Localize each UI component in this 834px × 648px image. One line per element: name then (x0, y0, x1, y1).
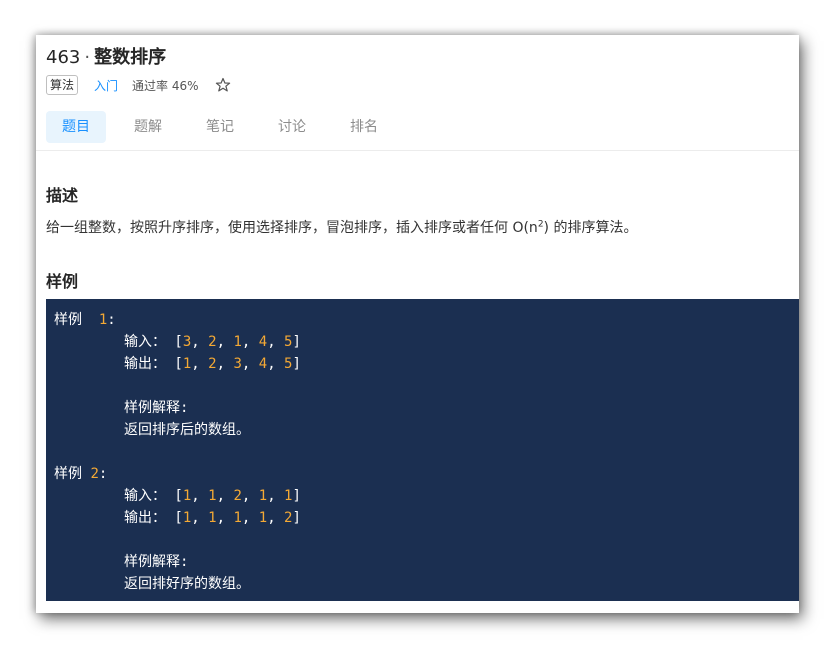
problem-title: 463 · 整数排序 (46, 43, 166, 69)
example-index: 1 (98, 312, 108, 328)
example-2-explain-label: 样例解释: (124, 554, 189, 570)
output-value: 3 (233, 356, 242, 372)
example-2-explain-text: 返回排好序的数组。 (124, 576, 250, 592)
example-2-output: 输出： [1, 1, 1, 1, 2] (124, 510, 301, 526)
example-2-title: 样例 2: (54, 466, 108, 482)
output-value: 1 (182, 356, 192, 372)
example-1-explain-text: 返回排序后的数组。 (124, 422, 250, 438)
tab-notes[interactable]: 笔记 (190, 111, 250, 143)
example-label: 样例 (54, 466, 82, 482)
output-value: 2 (208, 356, 217, 372)
input-value: 1 (233, 334, 242, 350)
output-value: 4 (258, 356, 268, 372)
problem-name: 整数排序 (94, 47, 167, 68)
input-label: 输入： (124, 488, 166, 504)
input-value: 5 (284, 334, 293, 350)
tab-solutions[interactable]: 题解 (118, 111, 178, 143)
example-2-input: 输入： [1, 1, 2, 1, 1] (124, 488, 301, 504)
problem-number: 463 (46, 47, 81, 68)
example-1-output: 输出： [1, 2, 3, 4, 5] (124, 356, 301, 372)
pass-rate: 通过率 46% (132, 78, 199, 93)
output-value: 1 (258, 510, 268, 526)
example-code-block: 样例 1: 输入： [3, 2, 1, 4, 5] 输出： [1, 2, 3, … (46, 299, 799, 601)
description-text-main: 给一组整数，按照升序排序，使用选择排序，冒泡排序，插入排序或者任何 O(n (46, 220, 538, 236)
input-value: 3 (182, 334, 192, 350)
example-label: 样例 (54, 312, 82, 328)
input-value: 4 (258, 334, 268, 350)
tab-ranking[interactable]: 排名 (334, 111, 394, 143)
example-1-explain-label: 样例解释: (124, 400, 189, 416)
tab-problem[interactable]: 题目 (46, 111, 106, 143)
problem-card: 463 · 整数排序 算法 入门 通过率 46% 题目 题解 笔记 讨论 排名 描述… (36, 35, 799, 613)
title-separator: · (84, 47, 91, 68)
input-value: 1 (208, 488, 217, 504)
output-label: 输出： (124, 356, 166, 372)
tab-discuss[interactable]: 讨论 (262, 111, 322, 143)
output-value: 2 (284, 510, 293, 526)
input-value: 1 (258, 488, 268, 504)
example-1-input: 输入： [3, 2, 1, 4, 5] (124, 334, 301, 350)
output-value: 5 (284, 356, 293, 372)
description-text: 给一组整数，按照升序排序，使用选择排序，冒泡排序，插入排序或者任何 O(n2) … (46, 217, 637, 237)
example-heading: 样例 (46, 272, 79, 291)
output-value: 1 (233, 510, 242, 526)
problem-meta: 算法 入门 通过率 46% (46, 75, 231, 95)
output-value: 1 (182, 510, 192, 526)
example-1-title: 样例 1: (54, 312, 116, 328)
output-value: 1 (208, 510, 217, 526)
input-value: 2 (208, 334, 217, 350)
input-value: 1 (284, 488, 293, 504)
input-value: 2 (233, 488, 242, 504)
description-text-tail: ) 的排序算法。 (543, 220, 638, 236)
category-tag[interactable]: 算法 (46, 75, 79, 95)
output-label: 输出： (124, 510, 166, 526)
star-outline-icon[interactable] (215, 77, 231, 93)
tab-bar: 题目 题解 笔记 讨论 排名 (46, 111, 406, 143)
example-index: 2 (90, 466, 99, 482)
input-label: 输入： (124, 334, 166, 350)
tab-divider (36, 150, 799, 151)
description-heading: 描述 (46, 186, 79, 205)
difficulty-level: 入门 (94, 78, 119, 93)
input-value: 1 (182, 488, 192, 504)
